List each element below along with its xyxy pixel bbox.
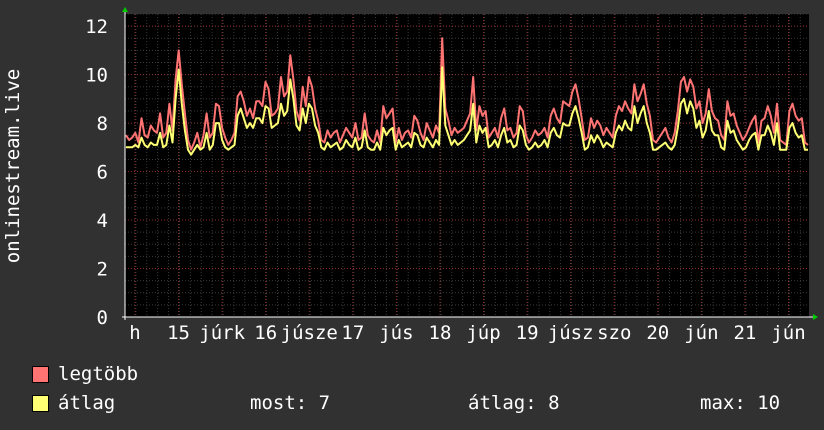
stat-max: max: 10 <box>700 392 781 414</box>
x-tick-label: júsze <box>281 322 338 344</box>
x-tick-label: 17 <box>341 322 364 344</box>
stat-now: most: 7 <box>250 392 331 414</box>
plot-background <box>125 14 809 317</box>
x-tick-label: jún <box>771 322 805 344</box>
legend-row-avg: átlag most: 7 átlag: 8 max: 10 <box>32 392 802 414</box>
x-tick-label: 21 <box>733 322 756 344</box>
x-tick-label: júp <box>466 322 500 344</box>
x-tick-label: jús <box>379 322 413 344</box>
x-axis-arrow-icon <box>813 314 818 320</box>
stat-avg: átlag: 8 <box>468 392 560 414</box>
legend-label-avg: átlag <box>58 392 116 414</box>
y-tick-label: 10 <box>85 65 108 87</box>
x-tick-label: 18 <box>429 322 452 344</box>
y-tick-label: 0 <box>97 307 108 329</box>
x-tick-label: 20 <box>646 322 669 344</box>
y-axis-arrow-icon <box>122 7 128 12</box>
y-tick-label: 6 <box>97 162 108 184</box>
x-tick-label: jún <box>684 322 718 344</box>
legend-swatch-avg <box>32 395 49 412</box>
x-tick-label: 16 <box>254 322 277 344</box>
x-tick-label: 15 <box>167 322 190 344</box>
x-tick-label: szo <box>597 322 631 344</box>
y-tick-label: 2 <box>97 259 108 281</box>
x-tick-label: júsz <box>548 322 594 344</box>
x-tick-label: júrk <box>199 322 245 344</box>
y-tick-label: 8 <box>97 113 108 135</box>
x-tick-label: h <box>129 322 140 344</box>
y-tick-labels: 0 2 4 6 8 10 12 <box>85 16 108 329</box>
x-tick-label: 19 <box>516 322 539 344</box>
legend-swatch-max <box>32 366 49 383</box>
y-axis-label: onlinestream.live <box>2 69 24 263</box>
legend-label-max: legtöbb <box>58 363 139 385</box>
y-tick-label: 4 <box>97 210 108 232</box>
y-tick-label: 12 <box>85 16 108 38</box>
x-tick-labels: h 15 júrk 16 júsze 17 jús 18 júp 19 júsz szo 20 jún 21… <box>129 322 805 344</box>
